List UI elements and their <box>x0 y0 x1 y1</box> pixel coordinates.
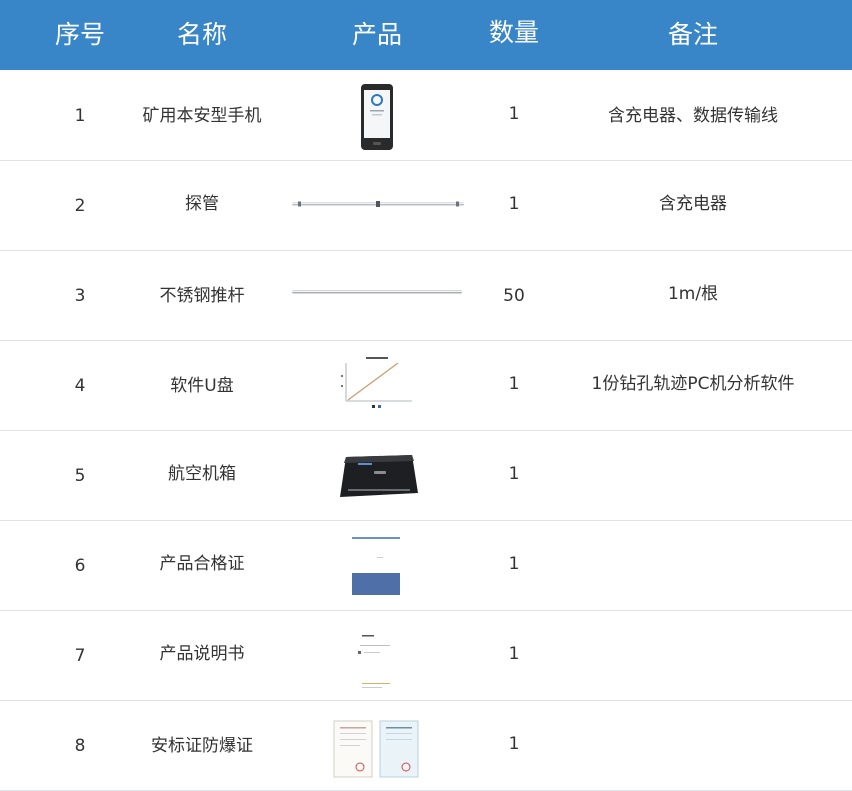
table-row: 3 不锈钢推杆 50 1m/根 <box>0 251 852 341</box>
row-product-image <box>280 701 480 791</box>
row-qty: 1 <box>508 194 520 214</box>
row-qty: 1 <box>508 374 520 394</box>
table-row: 6 产品合格证 1 <box>0 521 852 611</box>
row-qty: 1 <box>508 734 520 754</box>
rugged-phone-icon <box>361 84 393 150</box>
table-header: 序号 名称 产品 数量 备注 <box>0 0 852 70</box>
row-product-image <box>280 251 480 341</box>
row-index: 5 <box>74 466 86 486</box>
row-name: 探管 <box>185 194 219 214</box>
row-index: 7 <box>74 646 86 666</box>
probe-tube-icon <box>292 201 464 207</box>
row-product-image <box>280 431 480 521</box>
row-product-image <box>280 161 480 251</box>
row-name: 软件U盘 <box>170 376 234 396</box>
row-product-image <box>280 341 480 431</box>
row-index: 1 <box>74 106 86 126</box>
row-name: 产品合格证 <box>159 554 245 574</box>
header-note: 备注 <box>667 20 718 49</box>
row-name: 安标证防爆证 <box>151 736 253 756</box>
header-name: 名称 <box>176 20 227 49</box>
row-index: 8 <box>74 736 86 756</box>
row-name: 不锈钢推杆 <box>159 286 245 306</box>
header-qty: 数量 <box>488 18 539 47</box>
table-row: 5 航空机箱 1 <box>0 431 852 521</box>
row-index: 2 <box>74 196 86 216</box>
row-qty: 50 <box>503 286 525 306</box>
table-row: 2 探管 1 含充电器 <box>0 161 852 251</box>
safety-certificates-icon <box>333 720 419 778</box>
table-row: 8 安标证防爆证 1 <box>0 701 852 791</box>
row-qty: 1 <box>508 104 520 124</box>
row-product-image <box>280 521 480 611</box>
header-product: 产品 <box>351 20 402 49</box>
row-note <box>560 431 826 521</box>
row-qty: 1 <box>508 644 520 664</box>
row-name: 产品说明书 <box>159 644 245 664</box>
manual-document-icon <box>358 635 390 688</box>
row-qty: 1 <box>508 464 520 484</box>
row-note: 1m/根 <box>667 284 719 304</box>
certificate-card-icon <box>352 537 400 595</box>
table-row: 7 产品说明书 1 <box>0 611 852 701</box>
row-note: 含充电器 <box>659 194 727 214</box>
row-note: 含充电器、数据传输线 <box>608 106 778 126</box>
aviation-case-icon <box>340 455 418 497</box>
row-product-image <box>280 71 480 161</box>
software-chart-icon <box>341 357 412 408</box>
row-note <box>560 611 826 701</box>
steel-push-rod-icon <box>292 290 462 294</box>
row-name: 矿用本安型手机 <box>142 106 262 126</box>
table-row: 4 软件U盘 1 1份钻孔轨迹PC机分析软件 <box>0 341 852 431</box>
table-row: 1 矿用本安型手机 1 含充电器、数据传输线 <box>0 71 852 161</box>
row-product-image <box>280 611 480 701</box>
row-note: 1份钻孔轨迹PC机分析软件 <box>591 374 795 394</box>
header-index: 序号 <box>54 20 105 49</box>
row-index: 3 <box>74 286 86 306</box>
row-qty: 1 <box>508 554 520 574</box>
product-list-table: 序号 名称 产品 数量 备注 1 矿用本安型手机 1 含充电器、数据传输线 2 … <box>0 0 852 791</box>
row-note <box>560 701 826 791</box>
row-note <box>560 521 826 611</box>
row-name: 航空机箱 <box>168 464 236 484</box>
row-index: 4 <box>74 376 86 396</box>
row-index: 6 <box>74 556 86 576</box>
